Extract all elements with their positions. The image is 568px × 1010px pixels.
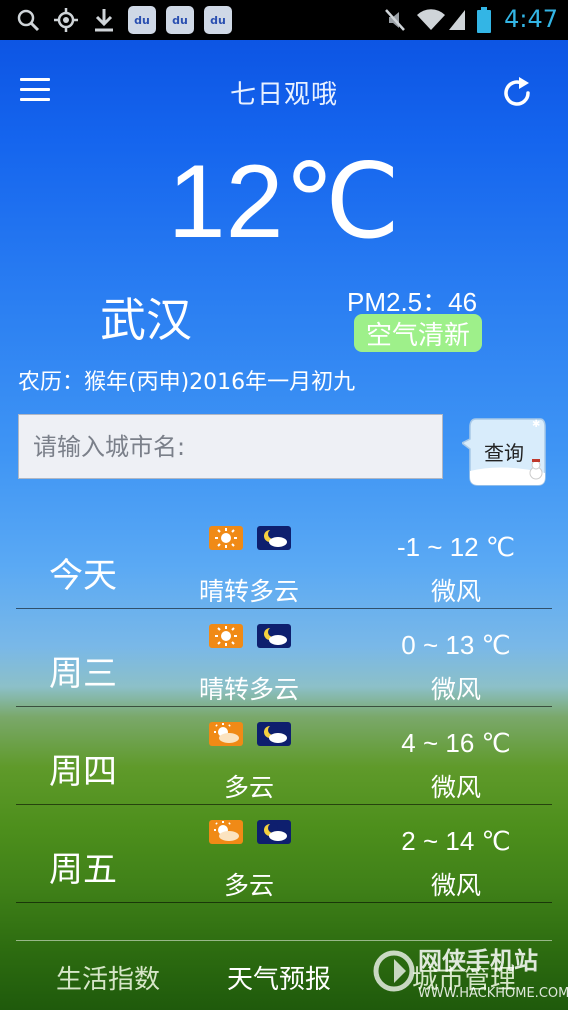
forecast-icons — [209, 722, 291, 746]
forecast-row: 周五 多云 2 ~ 14 ℃ 微风 — [16, 804, 552, 903]
partly-cloudy-icon — [209, 820, 243, 844]
night-cloudy-icon — [257, 722, 291, 746]
forecast-wind: 微风 — [430, 577, 481, 606]
forecast-wind: 微风 — [430, 871, 481, 900]
download-icon — [91, 6, 117, 34]
search-icon — [14, 6, 42, 34]
app-bar: 七日观哦 — [0, 40, 568, 140]
wifi-icon — [416, 6, 446, 34]
partly-cloudy-icon — [209, 722, 243, 746]
forecast-temp-range: 2 ~ 14 ℃ — [401, 826, 511, 856]
city-name: 武汉 — [100, 293, 192, 347]
forecast-day: 今天 — [49, 556, 117, 596]
status-bar: du du du 4:47 — [0, 0, 568, 40]
query-button-label: 查询 — [484, 441, 524, 465]
status-time: 4:47 — [504, 5, 558, 33]
forecast-row: 今天 晴转多云 -1 ~ 12 ℃ 微风 — [16, 510, 552, 609]
mute-icon — [382, 6, 408, 34]
baidu-icon: du — [128, 6, 156, 34]
tab-life-index[interactable]: 生活指数 — [56, 959, 160, 996]
forecast-condition: 多云 — [223, 871, 274, 900]
forecast-icons — [209, 820, 291, 844]
sunny-icon — [209, 624, 243, 648]
forecast-icons — [209, 526, 291, 550]
baidu-icon: du — [204, 6, 232, 34]
app-title: 七日观哦 — [229, 80, 338, 110]
baidu-label: du — [172, 13, 188, 27]
forecast-day: 周三 — [49, 654, 117, 694]
forecast-day: 周五 — [49, 850, 117, 890]
baidu-icon: du — [166, 6, 194, 34]
svg-text:WWW.HACKHOME.COM: WWW.HACKHOME.COM — [418, 986, 568, 1001]
forecast-row: 周三 晴转多云 0 ~ 13 ℃ 微风 — [16, 608, 552, 707]
current-temperature: 12℃ — [167, 144, 401, 260]
forecast-wind: 微风 — [430, 773, 481, 802]
refresh-button[interactable] — [498, 74, 536, 112]
forecast-icons — [209, 624, 291, 648]
lunar-date: 农历：猴年(丙申)2016年一月初九 — [18, 370, 356, 395]
refresh-icon — [504, 77, 530, 106]
forecast-day: 周四 — [49, 752, 117, 792]
forecast-condition: 晴转多云 — [198, 675, 299, 704]
forecast-wind: 微风 — [430, 675, 481, 704]
svg-text:✱: ✱ — [532, 419, 540, 430]
night-cloudy-icon — [257, 624, 291, 648]
baidu-label: du — [210, 13, 226, 27]
forecast-row: 周四 多云 4 ~ 16 ℃ 微风 — [16, 706, 552, 805]
city-search-input[interactable] — [18, 414, 443, 479]
watermark-logo: 网侠手机站 WWW.HACKHOME.COM — [373, 947, 568, 1001]
battery-icon — [474, 6, 494, 34]
gps-icon — [52, 6, 80, 34]
air-quality-badge: 空气清新 — [354, 314, 482, 352]
forecast-condition: 晴转多云 — [198, 577, 299, 606]
night-cloudy-icon — [257, 526, 291, 550]
tab-weather-forecast[interactable]: 天气预报 — [227, 959, 331, 996]
forecast-temp-range: -1 ~ 12 ℃ — [396, 532, 516, 562]
signal-icon — [446, 6, 468, 34]
query-button[interactable]: ✱ 查询 — [462, 415, 546, 487]
watermark: 网侠手机站 WWW.HACKHOME.COM — [368, 935, 568, 1010]
forecast-condition: 多云 — [223, 773, 274, 802]
weather-screen: du du du 4:47 七日观哦 12℃ 武汉 PM2.5：46 空气清新 … — [0, 0, 568, 1010]
night-cloudy-icon — [257, 820, 291, 844]
forecast-temp-range: 0 ~ 13 ℃ — [401, 630, 511, 660]
sunny-icon — [209, 526, 243, 550]
forecast-temp-range: 4 ~ 16 ℃ — [401, 728, 511, 758]
svg-text:网侠手机站: 网侠手机站 — [418, 947, 538, 975]
baidu-label: du — [134, 13, 150, 27]
air-quality-label: 空气清新 — [365, 320, 470, 351]
